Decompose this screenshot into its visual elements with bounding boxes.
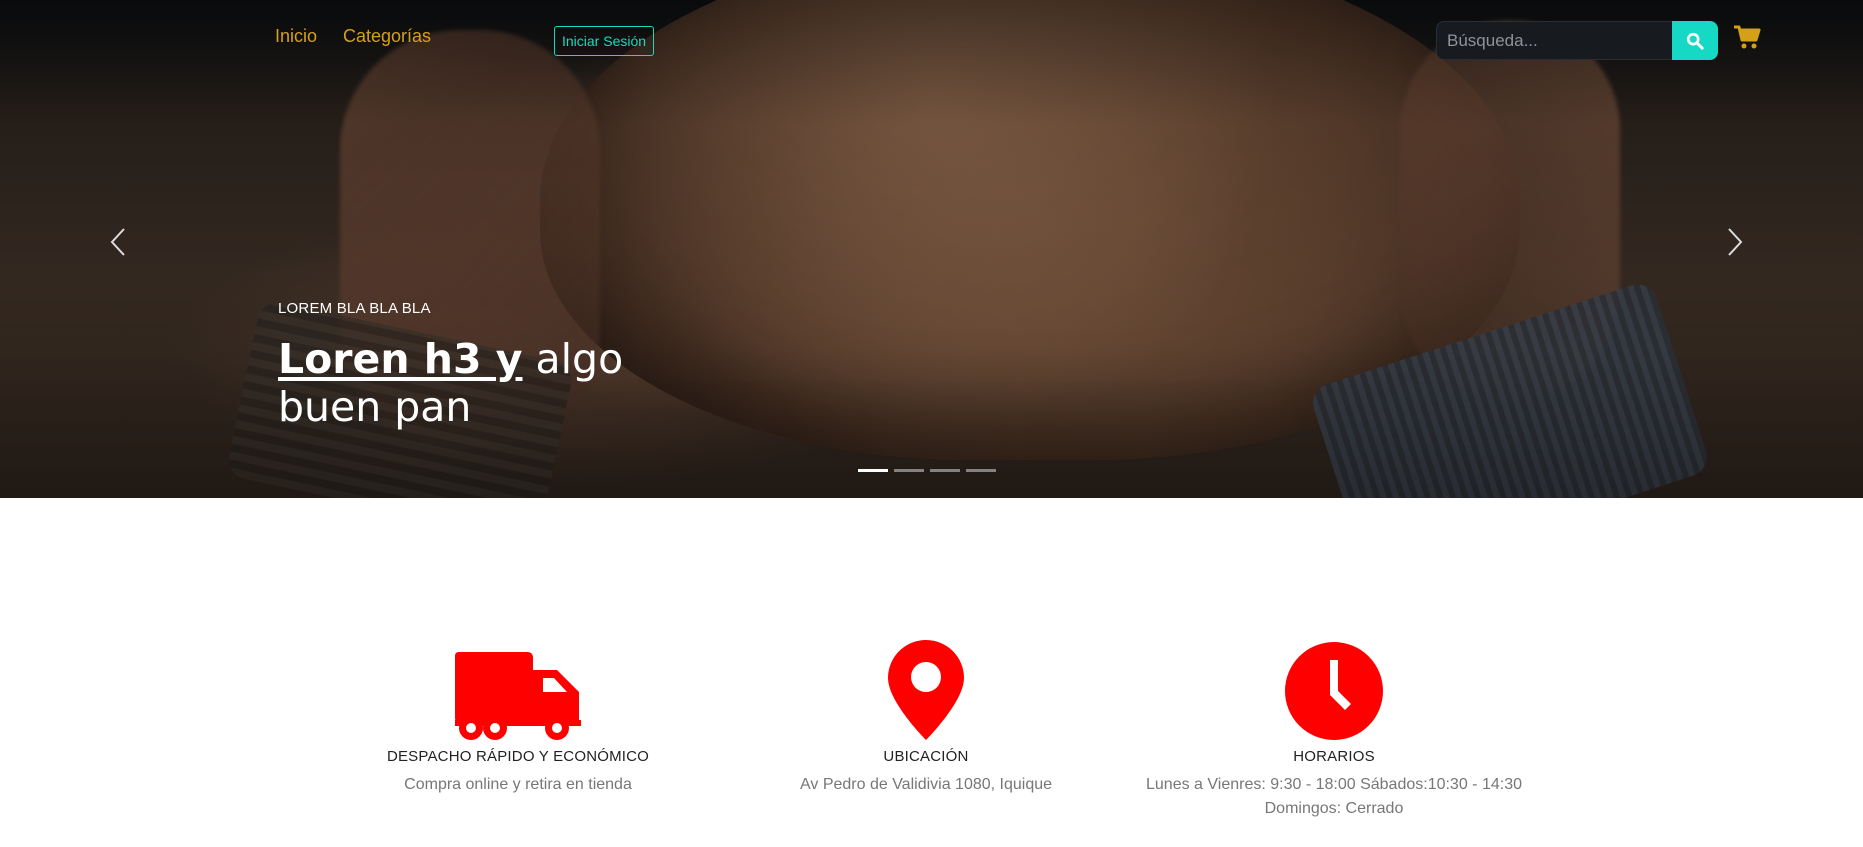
feature-text: Lunes a Vienres: 9:30 - 18:00 Sábados:10… [1146,776,1522,817]
search-button[interactable] [1672,21,1718,60]
carousel-indicators [858,469,996,472]
search-icon [1686,32,1704,50]
feature-text: Compra online y retira en tienda [404,776,632,793]
chevron-right-icon [1728,228,1743,256]
carousel-indicator-2[interactable] [894,469,924,472]
cart-icon[interactable] [1733,24,1761,50]
carousel-caption: LOREM BLA BLA BLA Loren h3 y algo buen p… [278,300,623,431]
carousel-indicator-4[interactable] [966,469,996,472]
carousel-prev-button[interactable] [106,224,130,260]
navbar: Inicio Categorías Iniciar Sesión [0,0,1863,80]
caption-kicker: LOREM BLA BLA BLA [278,300,431,317]
features-section: DESPACHO RÁPIDO Y ECONÓMICO Compra onlin… [0,640,1863,847]
feature-title: HORARIOS [1293,748,1375,765]
carousel-next-button[interactable] [1723,224,1747,260]
truck-icon [455,652,581,740]
nav-link-categorias[interactable]: Categorías [343,26,431,47]
feature-location: UBICACIÓN Av Pedro de Validivia 1080, Iq… [736,640,1116,797]
feature-text: Av Pedro de Validivia 1080, Iquique [799,776,1053,793]
feature-hours: HORARIOS Lunes a Vienres: 9:30 - 18:00 S… [1144,640,1524,821]
feature-shipping: DESPACHO RÁPIDO Y ECONÓMICO Compra onlin… [328,640,708,797]
carousel-indicator-3[interactable] [930,469,960,472]
caption-title-line2: buen pan [278,383,472,431]
caption-title-strong: Loren h3 y [278,335,523,383]
hero-carousel: Inicio Categorías Iniciar Sesión Búsqued… [0,0,1863,498]
search-form [1436,21,1718,60]
caption-title-rest: algo [522,335,624,383]
chevron-left-icon [110,228,125,256]
caption-title: Loren h3 y algo buen pan [278,335,623,431]
carousel-indicator-1[interactable] [858,469,888,472]
map-pin-icon [888,640,964,740]
login-button[interactable]: Iniciar Sesión [554,26,655,56]
nav-link-inicio[interactable]: Inicio [275,26,317,47]
feature-title: DESPACHO RÁPIDO Y ECONÓMICO [386,748,650,765]
feature-title: UBICACIÓN [883,748,969,765]
search-input[interactable] [1436,21,1676,60]
clock-icon [1285,642,1383,740]
